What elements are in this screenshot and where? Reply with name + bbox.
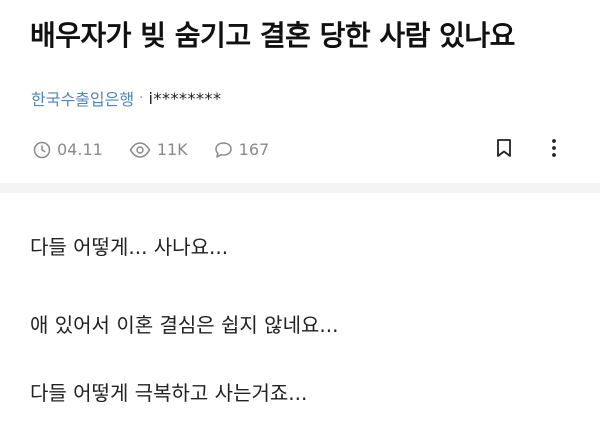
post-stats: 04.11 11K 167 xyxy=(33,140,295,159)
meta-separator: · xyxy=(139,90,144,106)
bookmark-icon xyxy=(497,139,511,157)
company-link[interactable]: 한국수출입은행 xyxy=(31,86,134,110)
comment-icon xyxy=(214,141,232,158)
post-header: 배우자가 빚 숨기고 결혼 당한 사람 있나요 한국수출입은행 · i*****… xyxy=(0,0,600,182)
post-actions xyxy=(492,136,566,160)
comments-stat[interactable]: 167 xyxy=(214,140,270,159)
body-line: 다들 어떻게 극복하고 사는거죠... xyxy=(30,381,308,405)
post-title: 배우자가 빚 숨기고 결혼 당한 사람 있나요 xyxy=(30,19,515,52)
post-meta: 한국수출입은행 · i******** xyxy=(31,86,221,110)
more-vertical-icon xyxy=(552,139,556,157)
eye-icon xyxy=(129,141,151,158)
date-stat: 04.11 xyxy=(33,140,103,159)
view-count: 11K xyxy=(156,140,188,159)
body-line: 애 있어서 이혼 결심은 쉽지 않네요... xyxy=(30,313,339,337)
section-divider xyxy=(0,183,600,193)
clock-icon xyxy=(33,141,51,158)
bookmark-button[interactable] xyxy=(492,136,516,160)
more-button[interactable] xyxy=(542,136,566,160)
post-date: 04.11 xyxy=(57,140,103,159)
body-line: 다들 어떻게... 사나요... xyxy=(30,235,229,259)
author-name[interactable]: i******** xyxy=(149,89,222,108)
comment-count: 167 xyxy=(238,140,270,159)
views-stat: 11K xyxy=(129,140,188,159)
